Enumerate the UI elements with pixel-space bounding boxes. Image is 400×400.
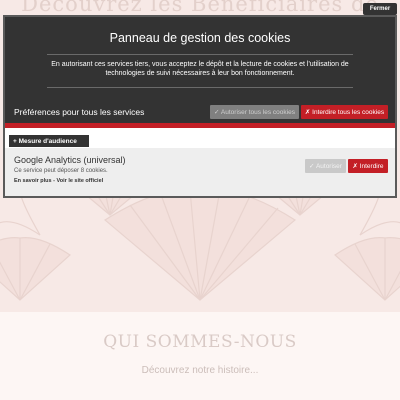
close-cookie-panel-button[interactable]: Fermer xyxy=(363,3,397,15)
deny-service-button[interactable]: ✗ Interdire xyxy=(348,159,388,173)
service-description: Ce service peut déposer 8 cookies. xyxy=(14,168,108,174)
about-subtitle-link[interactable]: Découvrez notre histoire... xyxy=(0,365,400,376)
about-section xyxy=(0,312,400,400)
service-row-google-analytics: Google Analytics (universal) Ce service … xyxy=(5,148,395,196)
cookie-panel-intro: En autorisant ces services tiers, vous a… xyxy=(51,61,349,77)
preferences-all-services-label: Préférences pour tous les services xyxy=(14,107,145,117)
service-name: Google Analytics (universal) xyxy=(14,155,126,165)
official-site-link[interactable]: Voir le site officiel xyxy=(57,178,104,184)
title-divider xyxy=(47,54,353,55)
allow-service-button[interactable]: ✓ Autoriser xyxy=(305,159,346,173)
learn-more-link[interactable]: En savoir plus xyxy=(14,178,52,184)
cookie-panel-title: Panneau de gestion des cookies xyxy=(109,31,291,45)
about-title: QUI SOMMES-NOUS xyxy=(103,332,297,352)
cookie-panel-header: Panneau de gestion des cookies En autori… xyxy=(5,17,395,128)
service-links: En savoir plus - Voir le site officiel xyxy=(14,178,103,184)
category-audience-measurement-toggle[interactable]: + Mesure d'audience xyxy=(9,135,89,147)
cookie-management-panel: Panneau de gestion des cookies En autori… xyxy=(3,15,397,198)
header-accent-strip xyxy=(5,123,395,128)
allow-all-cookies-button[interactable]: ✓ Autoriser tous les cookies xyxy=(210,105,299,119)
deny-all-cookies-button[interactable]: ✗ Interdire tous les cookies xyxy=(301,105,388,119)
intro-divider xyxy=(47,87,353,88)
